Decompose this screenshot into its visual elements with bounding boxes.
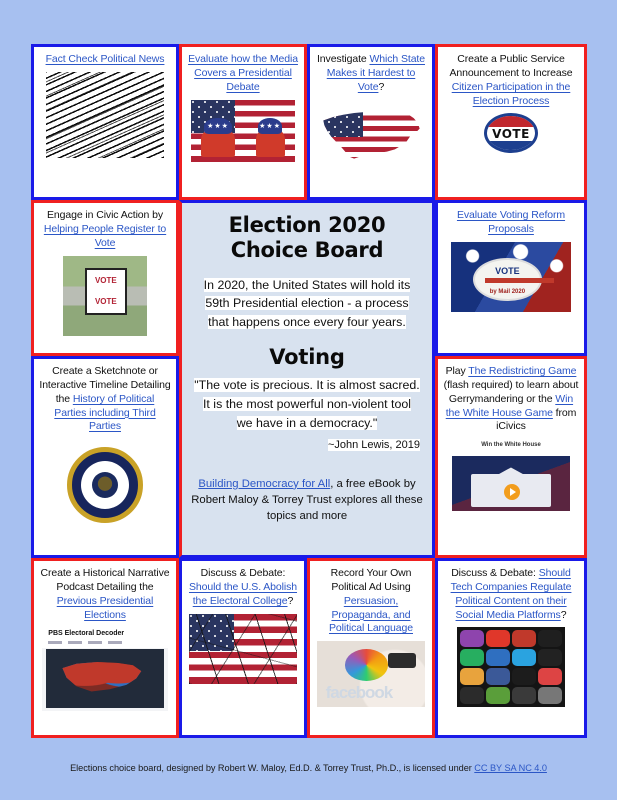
quote-attribution: ~John Lewis, 2019 [327, 439, 420, 452]
cell-text: Fact Check Political News [46, 53, 165, 67]
cell-link[interactable]: Previous Presidential Elections [57, 595, 154, 621]
choice-cell-civic-action[interactable]: Engage in Civic Action by Helping People… [31, 200, 179, 356]
cell-text: Discuss & Debate: Should Tech Companies … [443, 567, 579, 622]
app-icon [486, 687, 510, 705]
cell-text: Create a Sketchnote or Interactive Timel… [39, 365, 171, 434]
flag-canton-icon [323, 111, 364, 137]
choice-cell-redistricting[interactable]: Play The Redistricting Game (flash requi… [435, 356, 587, 558]
app-icon [538, 630, 562, 648]
cell-text: Evaluate how the Media Covers a Presiden… [187, 53, 299, 95]
cc-license-link[interactable]: CC BY SA NC 4.0 [474, 763, 547, 773]
presidential-seal-image [50, 439, 160, 532]
choice-cell-hardest-to-vote[interactable]: Investigate Which State Makes it Hardest… [307, 44, 435, 200]
us-map-silhouette-icon [323, 111, 420, 159]
elephant-donkey-flag-image [191, 99, 295, 162]
win-the-white-house-game-image: Win the White House [447, 439, 575, 516]
cell-link[interactable]: Helping People Register to Vote [44, 223, 166, 249]
camera-icon [388, 653, 417, 668]
cell-plain-text: ? [560, 608, 567, 621]
cell-link[interactable]: Should the U.S. Abolish the Electoral Co… [189, 581, 297, 607]
cell-text: Create a Public Service Announcement to … [443, 53, 579, 108]
cell-text: Play The Redistricting Game (flash requi… [443, 365, 579, 434]
crack-overlay [189, 613, 297, 684]
cell-link[interactable]: Evaluate how the Media Covers a Presiden… [188, 53, 298, 93]
building-democracy-link[interactable]: Building Democracy for All [198, 478, 330, 490]
youtube-icon [512, 630, 536, 648]
app-icon [538, 687, 562, 705]
facebook-wordmark: facebook [325, 683, 394, 703]
center-info-panel: Election 2020 Choice Board In 2020, the … [179, 200, 435, 558]
choice-cell-tech-companies[interactable]: Discuss & Debate: Should Tech Companies … [435, 558, 587, 738]
vote-button-badge-icon: VOTE [484, 113, 538, 154]
app-icon [460, 630, 484, 648]
footer-license: Elections choice board, designed by Robe… [70, 763, 547, 773]
intro-paragraph: In 2020, the United States will hold its… [203, 277, 411, 329]
choice-cell-podcast[interactable]: Create a Historical Narrative Podcast De… [31, 558, 179, 738]
choice-cell-voting-reform[interactable]: Evaluate Voting Reform Proposals [435, 200, 587, 356]
cell-link[interactable]: Evaluate Voting Reform Proposals [457, 209, 565, 235]
choice-board-grid: Fact Check Political News Evaluate how t… [31, 44, 587, 738]
app-icon [512, 687, 536, 705]
yard-sign-board [84, 268, 127, 315]
propaganda-collage-image: facebook [317, 641, 425, 708]
usa-flag-map-image [317, 99, 425, 174]
app-icon [486, 630, 510, 648]
cracked-american-flag-image [189, 613, 297, 684]
app-icon [538, 649, 562, 667]
social-media-app-icons-image [457, 627, 565, 708]
cell-plain-text: ? [378, 80, 385, 93]
newsprint-word-cloud-image [46, 71, 164, 158]
choice-cell-political-ad[interactable]: Record Your Own Political Ad Using Persu… [307, 558, 435, 738]
choice-cell-psa[interactable]: Create a Public Service Announcement to … [435, 44, 587, 200]
cell-plain-text: Create a Public Service Announcement to … [449, 53, 573, 79]
board-title: Election 2020 Choice Board [228, 213, 386, 262]
choice-cell-media-debate[interactable]: Evaluate how the Media Covers a Presiden… [179, 44, 307, 200]
pbs-electoral-decoder-image [42, 627, 168, 712]
cell-plain-text: Play [445, 365, 469, 377]
cell-plain-text: Engage in Civic Action by [47, 209, 163, 221]
voting-section-heading: Voting [269, 345, 345, 370]
red-arrow-icon [484, 278, 555, 284]
cell-text: Discuss & Debate: Should the U.S. Abolis… [187, 567, 299, 609]
cell-plain-text: Record Your Own Political Ad Using [330, 567, 412, 593]
choice-cell-fact-check[interactable]: Fact Check Political News [31, 44, 179, 200]
cell-text: Engage in Civic Action by Helping People… [39, 209, 171, 251]
cell-plain-text: Investigate [316, 53, 370, 65]
app-icon [460, 687, 484, 705]
pbs-header [42, 627, 168, 648]
choice-cell-sketchnote[interactable]: Create a Sketchnote or Interactive Timel… [31, 356, 179, 558]
republican-elephant-icon [201, 118, 235, 157]
app-icon [486, 649, 510, 667]
cell-text: Create a Historical Narrative Podcast De… [39, 567, 171, 622]
cell-link[interactable]: The Redistricting Game [468, 365, 576, 377]
cell-text: Record Your Own Political Ad Using Persu… [315, 567, 427, 636]
ebook-blurb: Building Democracy for All, a free eBook… [191, 477, 423, 522]
app-icon [538, 668, 562, 686]
game-title-label: Win the White House [481, 441, 541, 448]
facebook-icon [486, 668, 510, 686]
democrat-donkey-icon [255, 118, 285, 157]
cell-link[interactable]: Fact Check Political News [46, 53, 165, 65]
choice-cell-electoral-college[interactable]: Discuss & Debate: Should the U.S. Abolis… [179, 558, 307, 738]
cell-link[interactable]: Citizen Participation in the Election Pr… [452, 81, 571, 107]
app-icon [460, 668, 484, 686]
twitter-icon [512, 649, 536, 667]
presidential-seal-icon [67, 447, 143, 524]
cell-link[interactable]: Persuasion, Propaganda, and Political La… [329, 595, 413, 635]
cell-text: Investigate Which State Makes it Hardest… [315, 53, 427, 95]
vote-by-mail-2020-pin-image [451, 241, 571, 312]
vote-here-yard-sign-image [63, 255, 147, 336]
cell-plain-text: Create a Historical Narrative Podcast De… [40, 567, 170, 593]
cell-text: Evaluate Voting Reform Proposals [443, 209, 579, 237]
app-icon [512, 668, 536, 686]
game-scene [452, 456, 570, 511]
app-icon [460, 649, 484, 667]
cell-plain-text: Discuss & Debate: [451, 567, 539, 579]
cell-plain-text: ? [287, 594, 294, 607]
electoral-map-icon [45, 649, 165, 709]
john-lewis-quote: "The vote is precious. It is almost sacr… [194, 378, 420, 430]
cell-plain-text: Discuss & Debate: [200, 567, 286, 579]
rainbow-circle-icon [345, 649, 389, 681]
